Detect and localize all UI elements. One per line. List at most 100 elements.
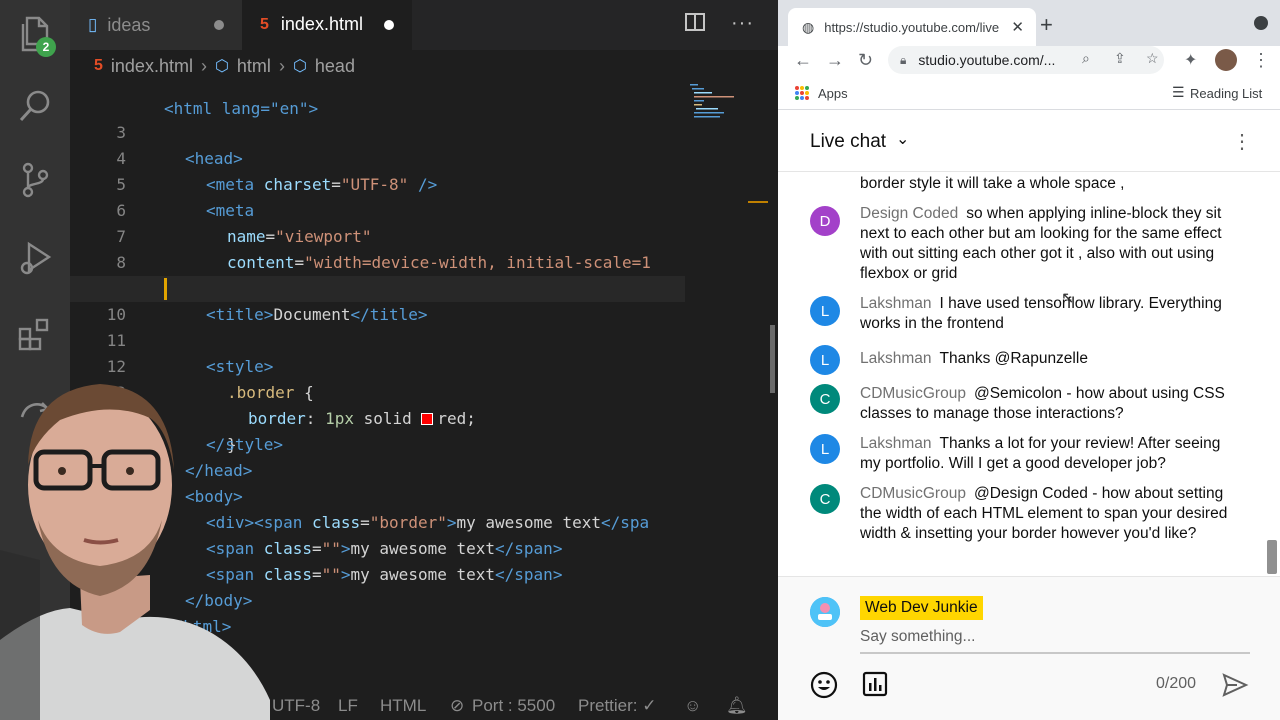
- feedback-icon[interactable]: ☺: [684, 696, 701, 716]
- lock-icon: 🔒︎: [900, 52, 907, 67]
- live-chat-title[interactable]: Live chat: [810, 131, 886, 153]
- browser-window: ◍ https://studio.youtube.com/live ✕ + ← …: [778, 0, 1280, 720]
- split-editor-icon[interactable]: [685, 12, 706, 38]
- editor-scrollbar[interactable]: [770, 325, 775, 393]
- back-arrow-icon[interactable]: ←: [794, 50, 812, 71]
- unsaved-dot-icon: [384, 19, 394, 30]
- bookmark-star-icon[interactable]: ☆: [1146, 50, 1159, 67]
- notifications-bell-icon[interactable]: 🔔︎: [726, 696, 748, 716]
- browser-tab[interactable]: ◍ https://studio.youtube.com/live ✕: [788, 8, 1036, 46]
- address-bar-url: studio.youtube.com/...: [918, 52, 1056, 68]
- chat-message-list[interactable]: border style it will take a whole space …: [778, 172, 1280, 575]
- more-options-icon[interactable]: ⋮: [1232, 129, 1252, 154]
- reload-icon[interactable]: ↻: [858, 50, 873, 71]
- vscode-window: 2 ▯ ideas 5 index.html ··· 5 index.html …: [0, 0, 778, 720]
- chevron-right-icon: ›: [278, 55, 285, 76]
- avatar[interactable]: L: [810, 434, 840, 464]
- breadcrumb-item[interactable]: index.html: [111, 56, 193, 77]
- status-live-server-port[interactable]: Port : 5500: [472, 696, 555, 716]
- send-icon[interactable]: [1221, 671, 1249, 699]
- code-line: 12 .border {: [70, 328, 685, 402]
- browser-menu-icon[interactable]: ⋮: [1252, 50, 1270, 71]
- breadcrumb-item[interactable]: head: [315, 56, 355, 77]
- search-icon[interactable]: [15, 86, 55, 126]
- message-text: Thanks @Rapunzelle: [939, 350, 1088, 367]
- tab-ideas[interactable]: ▯ ideas: [70, 0, 242, 50]
- element-cube-icon: ⬡: [292, 58, 307, 75]
- my-channel-name: Web Dev Junkie: [860, 596, 983, 620]
- browser-tab-strip: ◍ https://studio.youtube.com/live ✕ +: [778, 0, 1280, 46]
- author-name[interactable]: CDMusicGroup: [860, 385, 966, 402]
- avatar[interactable]: C: [810, 484, 840, 514]
- bookmark-apps[interactable]: Apps: [818, 86, 848, 101]
- html5-icon: 5: [94, 57, 103, 74]
- status-eol[interactable]: LF: [338, 696, 358, 716]
- code-line: 8 />: [70, 224, 685, 298]
- breadcrumb: 5 index.html › ⬡ html › ⬡ head: [70, 50, 778, 82]
- no-entry-icon: ⊘: [450, 696, 465, 715]
- run-debug-icon[interactable]: [15, 238, 55, 278]
- message-text: border style it will take a whole space …: [860, 175, 1125, 192]
- zoom-icon[interactable]: ⌕: [1082, 50, 1090, 67]
- code-line: 4 <meta charset="UTF-8" />: [70, 120, 685, 194]
- avatar[interactable]: C: [810, 384, 840, 414]
- status-encoding[interactable]: UTF-8: [272, 696, 320, 716]
- avatar: [810, 597, 840, 627]
- code-line: 5 <meta: [70, 146, 685, 220]
- author-name[interactable]: Design Coded: [860, 205, 958, 222]
- close-icon[interactable]: ✕: [1011, 18, 1024, 36]
- emoji-icon[interactable]: [810, 671, 838, 699]
- code-line: 9 <title>Document</title>: [70, 250, 685, 324]
- element-cube-icon: ⬡: [214, 58, 229, 75]
- tab-label: ideas: [107, 14, 151, 35]
- html5-icon: 5: [260, 15, 269, 33]
- chat-scrollbar[interactable]: [1267, 540, 1277, 574]
- globe-icon: ◍: [802, 18, 815, 35]
- chevron-right-icon: ›: [200, 55, 207, 76]
- source-control-icon[interactable]: [15, 160, 55, 200]
- bookmarks-bar: Apps ☰ Reading List: [778, 80, 1280, 110]
- reading-list[interactable]: Reading List: [1190, 86, 1262, 101]
- avatar[interactable]: L: [810, 296, 840, 326]
- status-prettier[interactable]: Prettier: ✓: [578, 696, 656, 716]
- forward-arrow-icon[interactable]: →: [826, 50, 844, 71]
- tab-search-icon[interactable]: [1254, 16, 1268, 30]
- avatar[interactable]: L: [810, 345, 840, 375]
- extensions-puzzle-icon[interactable]: ✦: [1184, 50, 1197, 70]
- source-control-badge: 2: [36, 37, 56, 57]
- author-name[interactable]: Lakshman: [860, 350, 932, 367]
- author-name[interactable]: Lakshman: [860, 435, 932, 452]
- tab-label: index.html: [280, 14, 363, 34]
- editor-tab-bar: ▯ ideas 5 index.html ···: [70, 0, 778, 50]
- new-tab-icon[interactable]: +: [1040, 12, 1053, 38]
- code-line: 3 <head>: [70, 94, 685, 168]
- share-icon[interactable]: ⇪: [1114, 50, 1126, 67]
- minimap[interactable]: [690, 82, 750, 122]
- code-line: 11 <style>: [70, 302, 685, 376]
- live-chat-header: Live chat ⌄ ⋮: [778, 111, 1280, 172]
- author-name[interactable]: CDMusicGroup: [860, 485, 966, 502]
- code-line: 6 name="viewport": [70, 172, 685, 246]
- code-line: 7 content="width=device-width, initial-s…: [70, 198, 685, 272]
- screen: 2 ▯ ideas 5 index.html ··· 5 index.html …: [0, 0, 1280, 720]
- chat-message-input[interactable]: Say something...: [860, 628, 1250, 654]
- address-bar[interactable]: 🔒︎ studio.youtube.com/... ⌕ ⇪ ☆: [888, 46, 1164, 74]
- avatar[interactable]: D: [810, 206, 840, 236]
- overview-ruler-mark: [748, 201, 768, 203]
- poll-chart-icon[interactable]: [862, 671, 888, 697]
- text-cursor: [164, 278, 167, 300]
- status-language[interactable]: HTML: [380, 696, 426, 716]
- character-counter: 0/200: [1156, 675, 1197, 692]
- current-line: 10: [70, 276, 685, 324]
- chevron-down-icon[interactable]: ⌄: [896, 129, 909, 149]
- author-name[interactable]: Lakshman: [860, 295, 932, 312]
- mouse-cursor-icon: ↖: [1061, 290, 1075, 307]
- profile-avatar[interactable]: [1215, 49, 1237, 71]
- tab-index-html[interactable]: 5 index.html: [242, 0, 412, 50]
- more-actions-icon[interactable]: ···: [731, 12, 754, 38]
- file-icon: ▯: [88, 15, 98, 34]
- extensions-icon[interactable]: [15, 314, 55, 354]
- breadcrumb-item[interactable]: html: [237, 56, 271, 77]
- apps-grid-icon: [795, 86, 809, 100]
- unsaved-dot-icon: [214, 20, 224, 30]
